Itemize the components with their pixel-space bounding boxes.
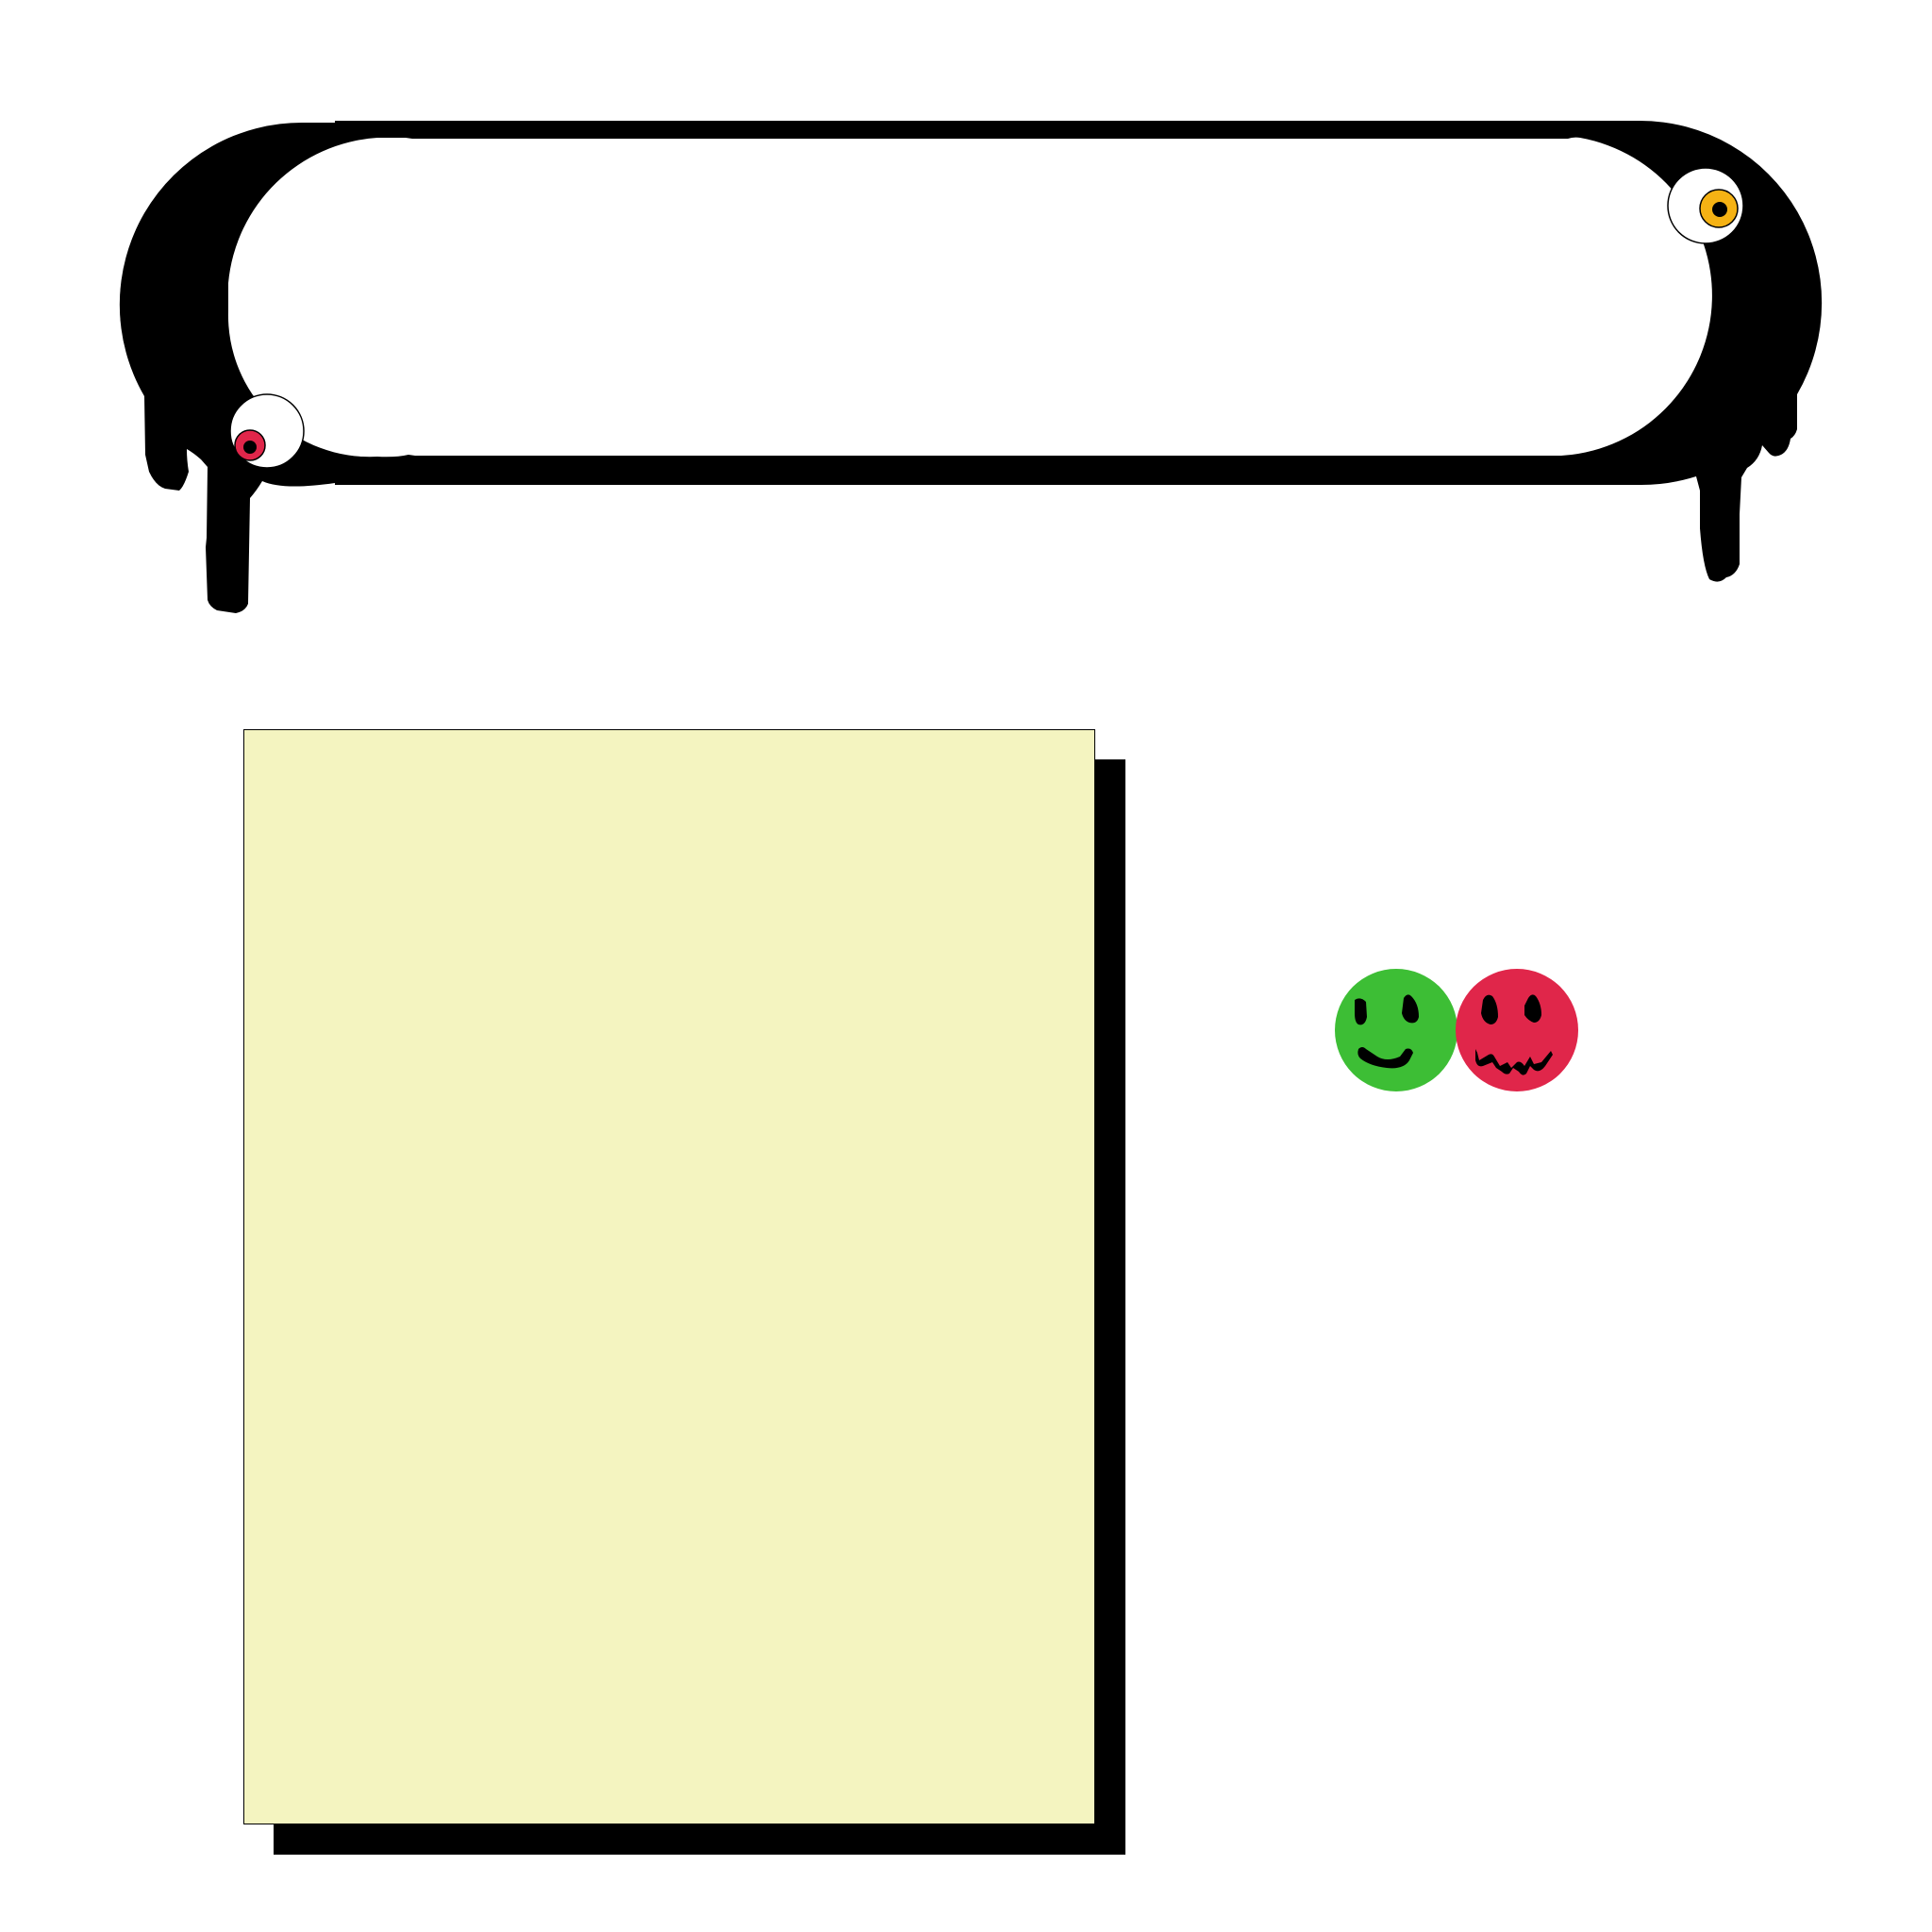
mood-faces	[1334, 968, 1581, 1094]
left-eye-icon	[229, 393, 305, 469]
sticky-note	[243, 729, 1125, 1855]
sad-face-icon[interactable]	[1455, 968, 1579, 1092]
title-banner	[0, 0, 1932, 679]
sticky-note-paper	[243, 729, 1095, 1824]
page-canvas	[0, 0, 1932, 1932]
happy-face-icon[interactable]	[1334, 968, 1458, 1092]
banner-panel	[227, 137, 1712, 458]
right-eye-icon	[1667, 167, 1744, 244]
